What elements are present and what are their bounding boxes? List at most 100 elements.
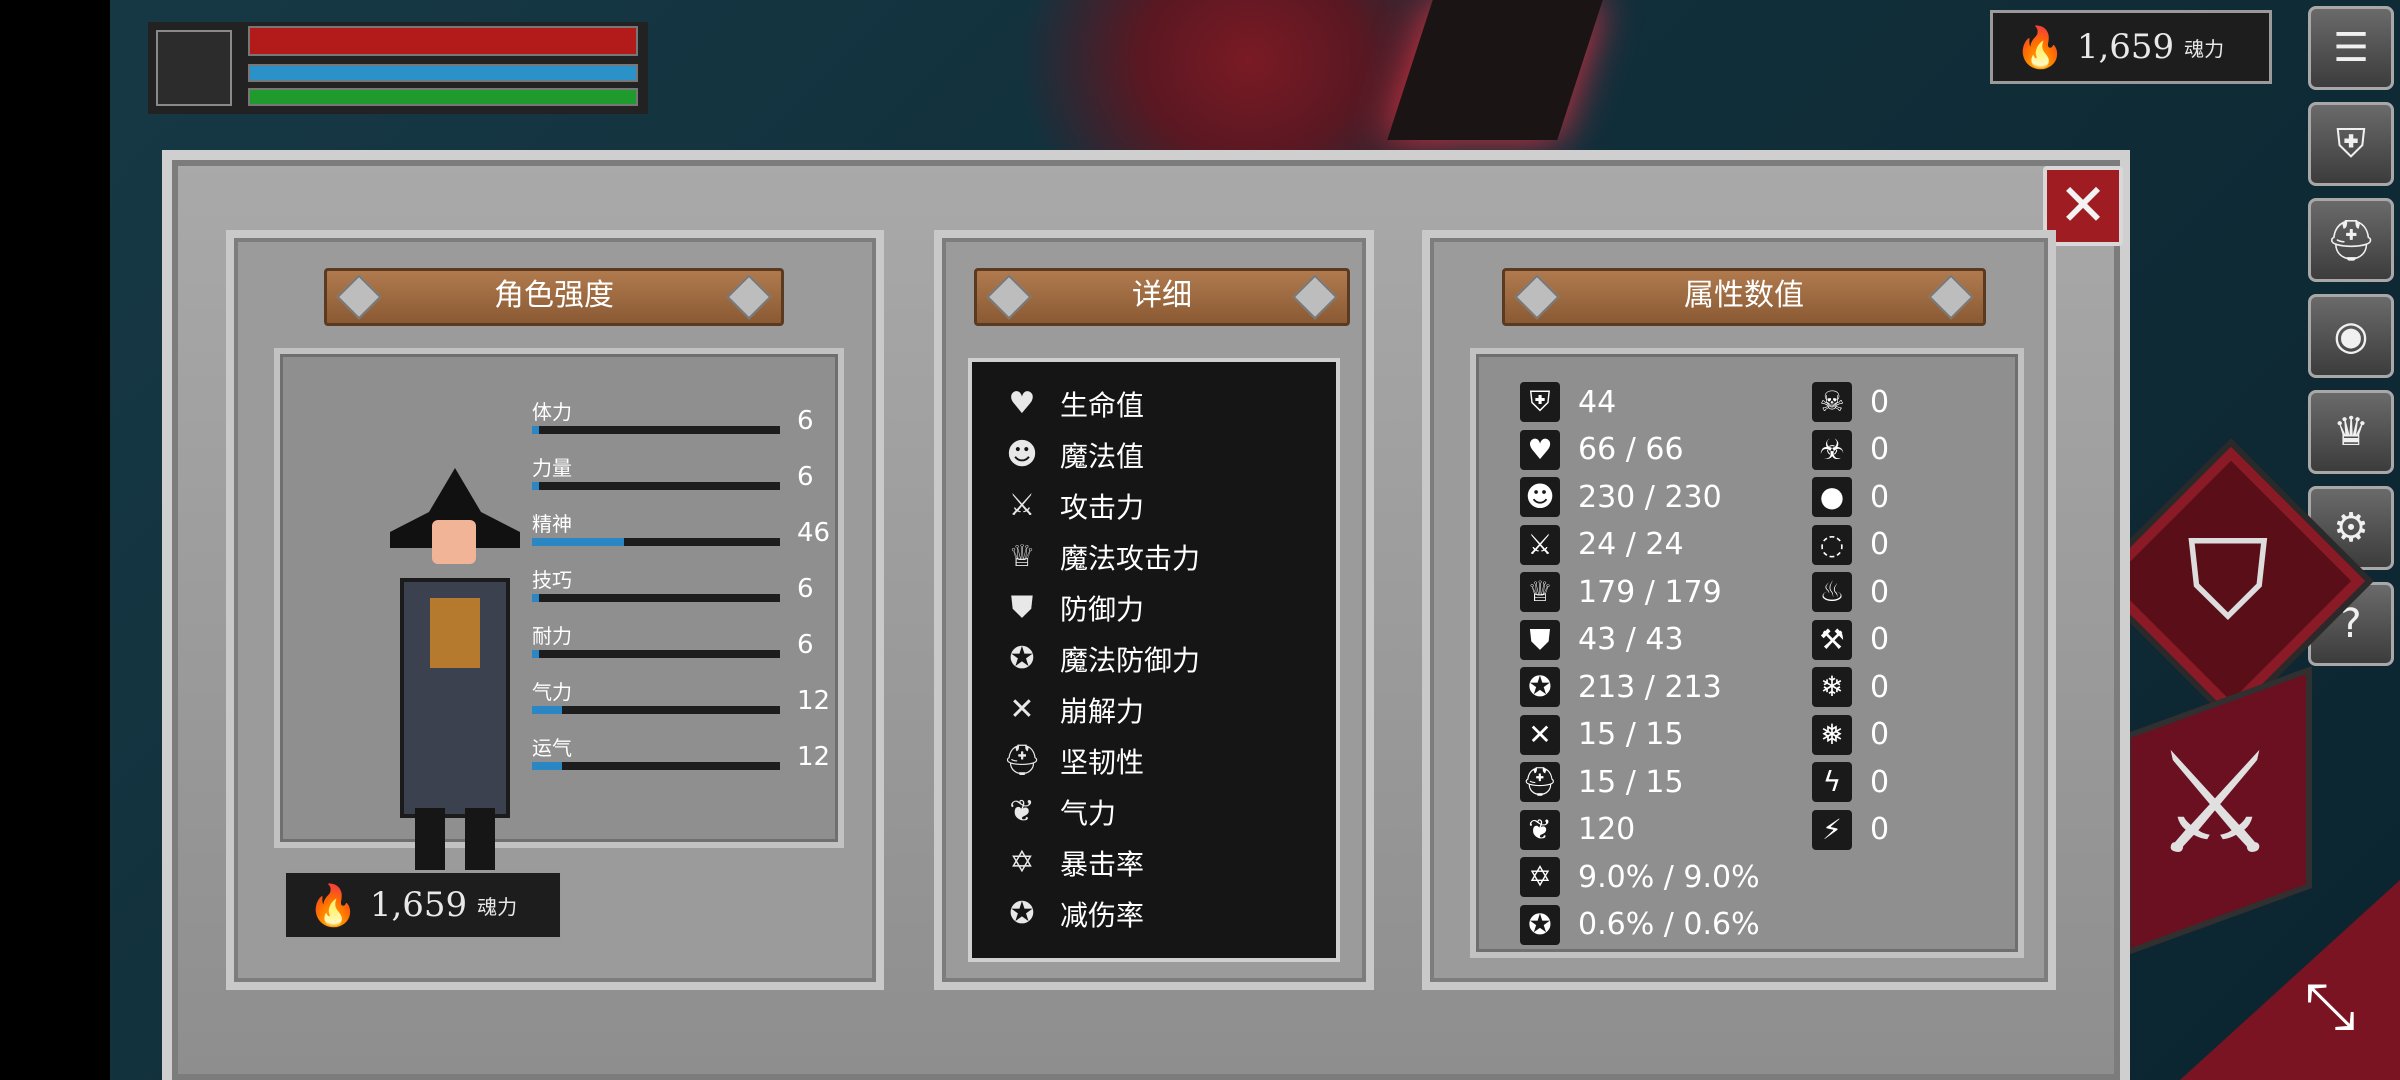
attribute-value: 46 <box>797 518 831 548</box>
player-hud <box>148 22 648 114</box>
detail-row: ❦ 气力 <box>1002 790 1116 834</box>
damage-reduction-icon: ✪ <box>1520 904 1560 945</box>
resistance-row: ⚡ 0 <box>1812 809 1890 850</box>
stat-value: 24 / 24 <box>1578 527 1684 562</box>
attribute-label: 气力 <box>532 680 572 704</box>
close-icon: ✕ <box>2058 171 2108 239</box>
attribute-values-section: 属性数值 ⛨ 44 ♥ 66 / 66 ☻ 230 / 230 ⚔ 24 / 24 ♕ 179 /… <box>1422 230 2056 990</box>
rivet-icon <box>726 274 772 320</box>
left-black-bar <box>0 0 110 1080</box>
stat-value: 120 <box>1578 812 1636 847</box>
menu-button[interactable]: ☰ <box>2308 6 2394 90</box>
mana-bar <box>248 64 638 82</box>
armor-icon: ⛨ <box>2336 121 2366 167</box>
detail-label: 魔法攻击力 <box>1060 542 1201 575</box>
attribute-value: 12 <box>797 686 831 716</box>
rivet-icon <box>1514 274 1560 320</box>
detail-row: ✡ 暴击率 <box>1002 841 1144 885</box>
resistance-row: ☠ 0 <box>1812 382 1889 422</box>
player-portrait[interactable] <box>156 30 232 106</box>
stat-row: ⛨ 44 <box>1520 382 1616 422</box>
currency-amount: 1,659 <box>2076 27 2175 67</box>
attribute-bar-fill <box>532 594 539 602</box>
detail-label: 防御力 <box>1060 593 1145 626</box>
rivet-icon <box>336 274 382 320</box>
helmet-button[interactable]: ⛑ <box>2308 198 2394 282</box>
bleed-resist-icon: ◌ <box>1812 524 1852 565</box>
stat-value: 0.6% / 0.6% <box>1578 907 1760 942</box>
armor-button[interactable]: ⛨ <box>2308 102 2394 186</box>
character-strength-header: 角色强度 <box>324 268 784 326</box>
details-section: 详细 ♥ 生命值 ☻ 魔法值 ⚔ 攻击力 ♕ 魔法攻击力 ⛊ 防御力 ✪ 魔法防御力 ✕ 崩解力 ⛑ 坚韧性 ❦… <box>934 230 1374 990</box>
attribute-bar <box>532 650 780 658</box>
detail-row: ✪ 魔法防御力 <box>1002 637 1200 681</box>
head-icon: ☻ <box>1006 437 1038 472</box>
detail-row: ⚔ 攻击力 <box>1002 484 1144 528</box>
sword-icon: ⚔ <box>1520 524 1560 565</box>
resistance-value: 0 <box>1870 574 1890 610</box>
poison-icon: ☣ <box>1812 429 1852 470</box>
stat-value: 44 <box>1578 384 1617 420</box>
sword-icon: ⚔ <box>1008 488 1036 523</box>
helm-icon: ⛑ <box>1002 743 1042 778</box>
resistance-value: 0 <box>1870 527 1890 562</box>
detail-label: 魔法值 <box>1060 440 1145 473</box>
resistance-value: 0 <box>1870 764 1890 800</box>
expand-icon[interactable]: ⤡ <box>2290 970 2370 1050</box>
detail-row: ⛊ 防御力 <box>1002 586 1144 630</box>
armor-icon: ⛨ <box>1520 382 1560 422</box>
attribute-bar <box>532 762 780 770</box>
detail-label: 魔法防御力 <box>1060 644 1201 677</box>
attribute-row: 气力 12 <box>532 676 832 732</box>
detail-row: ☻ 魔法值 <box>1002 433 1144 477</box>
resistance-row: ☣ 0 <box>1812 429 1889 470</box>
scene-object <box>1387 0 1603 140</box>
heart-icon: ♥ <box>1520 429 1560 470</box>
attribute-row: 耐力 6 <box>532 620 832 676</box>
stat-row: ⛑ 15 / 15 <box>1520 762 1684 802</box>
character-currency-display: 🔥 1,659 魂力 <box>283 870 563 940</box>
attribute-bar-fill <box>532 482 539 490</box>
frost-icon: ❄ <box>1812 667 1852 707</box>
attribute-values-box: ⛨ 44 ♥ 66 / 66 ☻ 230 / 230 ⚔ 24 / 24 ♕ 179 / 179 ⛊… <box>1470 348 2024 958</box>
attribute-row: 精神 46 <box>532 508 832 564</box>
stat-value: 9.0% / 9.0% <box>1578 859 1760 895</box>
detail-label: 气力 <box>1060 797 1117 830</box>
emblem-button[interactable]: ◉ <box>2308 294 2394 378</box>
lungs-icon: ❦ <box>1009 794 1035 829</box>
frost-resist-icon: ❅ <box>1812 714 1852 755</box>
attribute-bar <box>532 482 780 490</box>
resistance-value: 0 <box>1870 669 1890 705</box>
damage-reduction-icon: ✪ <box>1009 896 1035 931</box>
stat-value: 15 / 15 <box>1578 717 1684 752</box>
detail-row: ♕ 魔法攻击力 <box>1002 535 1200 579</box>
details-header: 详细 <box>974 268 1350 326</box>
details-title: 详细 <box>1132 278 1192 313</box>
currency-unit: 魂力 <box>2184 36 2225 61</box>
currency-unit: 魂力 <box>477 894 518 919</box>
shield-icon: ⛊ <box>1010 590 1034 625</box>
details-list: ♥ 生命值 ☻ 魔法值 ⚔ 攻击力 ♕ 魔法攻击力 ⛊ 防御力 ✪ 魔法防御力 ✕ 崩解力 ⛑ 坚韧性 ❦ 气力 ✡… <box>968 358 1340 962</box>
attribute-bar-fill <box>532 426 539 434</box>
flame-icon: 🔥 <box>2015 24 2065 71</box>
stat-value: 43 / 43 <box>1578 622 1684 657</box>
magic-attack-icon: ♕ <box>1520 572 1560 612</box>
helmet-icon: ⛑ <box>2325 217 2377 264</box>
resistance-row: ⚒ 0 <box>1812 619 1889 660</box>
resistance-value: 0 <box>1870 812 1890 847</box>
detail-label: 坚韧性 <box>1060 746 1145 779</box>
gear-icon: ⚙ <box>2333 505 2369 551</box>
lightning-resist-icon: ⚡ <box>1812 809 1852 850</box>
detail-row: ⛑ 坚韧性 <box>1002 739 1144 783</box>
attribute-row: 体力 6 <box>532 396 832 452</box>
resistance-value: 0 <box>1870 384 1890 420</box>
crown-button[interactable]: ♛ <box>2308 390 2394 474</box>
stat-row: ❦ 120 <box>1520 809 1636 850</box>
resistance-row: ♨ 0 <box>1812 572 1889 612</box>
resistance-row: ◌ 0 <box>1812 524 1890 565</box>
attribute-bar <box>532 538 780 546</box>
attribute-label: 力量 <box>532 456 572 480</box>
character-model <box>370 468 540 938</box>
vest <box>430 598 480 668</box>
detail-row: ✪ 减伤率 <box>1002 892 1144 936</box>
